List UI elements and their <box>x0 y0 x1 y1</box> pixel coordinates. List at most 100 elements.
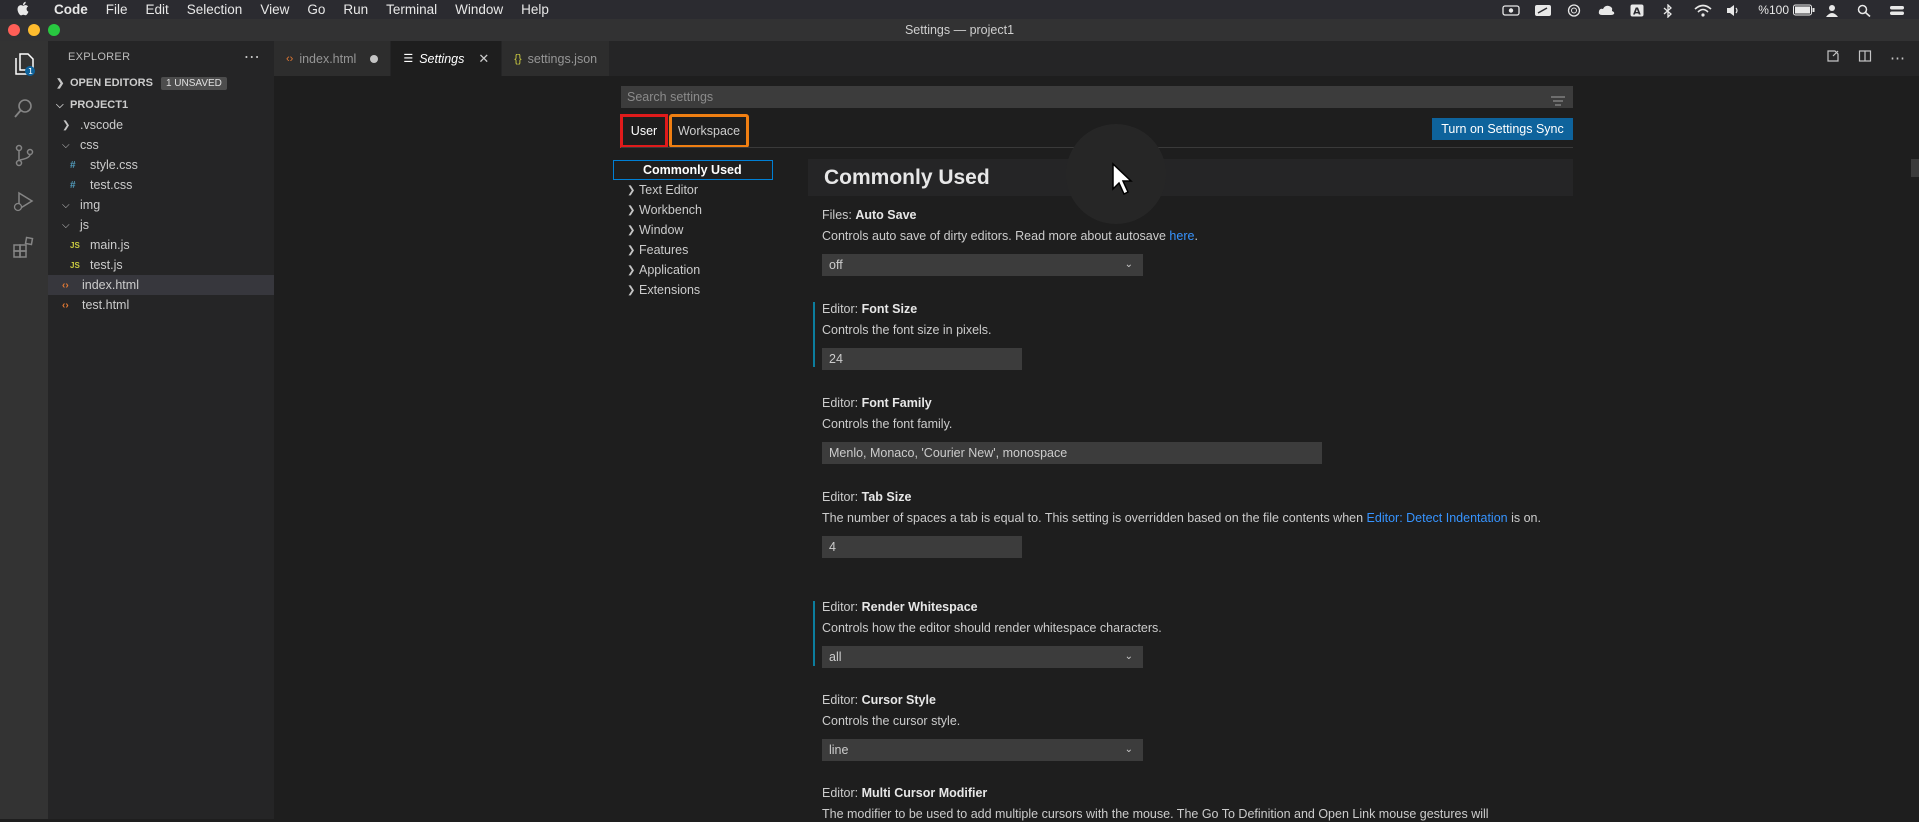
open-settings-json-icon[interactable] <box>1826 49 1840 67</box>
tree-item-test-css[interactable]: # test.css <box>48 175 274 195</box>
menu-help[interactable]: Help <box>521 2 549 17</box>
tab-size-input[interactable]: 4 <box>822 536 1022 558</box>
tree-item-vscode[interactable]: ❯ .vscode <box>48 115 274 135</box>
menu-view[interactable]: View <box>260 2 289 17</box>
open-editors-section[interactable]: ❯ OPEN EDITORS 1 UNSAVED <box>48 73 274 93</box>
tab-settings[interactable]: ☰ Settings ✕ <box>391 41 503 76</box>
html-icon: ‹› <box>286 52 294 65</box>
menu-run[interactable]: Run <box>343 2 368 17</box>
minimize-window-button[interactable] <box>28 24 40 36</box>
user-icon[interactable] <box>1825 4 1841 17</box>
unsaved-dot-icon[interactable] <box>370 54 379 63</box>
source-control-icon[interactable] <box>12 143 36 167</box>
explorer-icon[interactable]: 1 <box>12 51 36 76</box>
chevron-right-icon: ❯ <box>627 224 636 236</box>
close-icon[interactable]: ✕ <box>478 51 489 67</box>
input-source-icon[interactable]: A <box>1630 4 1646 17</box>
search-icon[interactable] <box>12 97 36 121</box>
tab-workspace-scope[interactable]: Workspace <box>669 114 749 148</box>
toc-item-workbench[interactable]: ❯ Workbench <box>613 200 773 220</box>
cloud-icon[interactable] <box>1598 4 1615 16</box>
tree-item-label: img <box>80 198 101 212</box>
split-editor-icon[interactable] <box>1858 49 1872 67</box>
search-placeholder: Search settings <box>627 90 714 104</box>
toc-item-commonly-used[interactable]: Commonly Used <box>613 160 773 180</box>
extensions-icon[interactable] <box>12 235 36 259</box>
project-section[interactable]: ⌵ PROJECT1 <box>48 95 274 115</box>
font-family-input[interactable]: Menlo, Monaco, 'Courier New', monospace <box>822 442 1322 464</box>
bluetooth-icon[interactable] <box>1662 2 1678 19</box>
tree-item-test-js[interactable]: JS test.js <box>48 255 274 275</box>
creative-cloud-icon[interactable] <box>1566 3 1582 17</box>
menu-terminal[interactable]: Terminal <box>386 2 437 17</box>
notes-icon[interactable] <box>1534 4 1552 16</box>
font-size-input[interactable]: 24 <box>822 348 1022 370</box>
close-window-button[interactable] <box>8 24 20 36</box>
wifi-icon[interactable] <box>1694 4 1712 17</box>
setting-name: Render Whitespace <box>861 600 978 614</box>
toc-item-features[interactable]: ❯ Features <box>613 240 773 260</box>
chevron-right-icon: ❯ <box>627 184 636 196</box>
detect-indentation-link[interactable]: Editor: Detect Indentation <box>1367 511 1508 525</box>
run-debug-icon[interactable] <box>12 189 36 213</box>
toc-label: Extensions <box>639 283 701 297</box>
cursor-style-select[interactable]: line ⌄ <box>822 739 1143 761</box>
tab-settings-json[interactable]: {} settings.json <box>502 41 611 76</box>
toc-item-application[interactable]: ❯ Application <box>613 260 773 280</box>
tree-item-main-js[interactable]: JS main.js <box>48 235 274 255</box>
apple-icon[interactable] <box>16 1 42 19</box>
menu-edit[interactable]: Edit <box>146 2 169 17</box>
window-title-bar: Settings — project1 <box>0 19 1919 41</box>
menu-go[interactable]: Go <box>307 2 325 17</box>
settings-search-input[interactable]: Search settings <box>621 86 1573 108</box>
chevron-right-icon: ❯ <box>627 244 636 256</box>
toc-item-window[interactable]: ❯ Window <box>613 220 773 240</box>
menu-selection[interactable]: Selection <box>187 2 243 17</box>
settings-sync-button[interactable]: Turn on Settings Sync <box>1432 118 1573 140</box>
tree-item-index-html[interactable]: ‹› index.html <box>48 275 274 295</box>
tree-item-style-css[interactable]: # style.css <box>48 155 274 175</box>
control-center-icon[interactable] <box>1889 4 1905 16</box>
setting-auto-save: Files: Auto Save Controls auto save of d… <box>822 208 1582 276</box>
more-actions-icon[interactable]: ⋯ <box>1890 49 1905 67</box>
toc-item-extensions[interactable]: ❯ Extensions <box>613 280 773 300</box>
js-file-icon: JS <box>70 260 80 270</box>
setting-prefix: Editor: <box>822 396 862 410</box>
render-whitespace-select[interactable]: all ⌄ <box>822 646 1143 668</box>
mouse-cursor-icon <box>1110 162 1136 198</box>
tab-label: Settings <box>419 51 465 66</box>
tree-item-css[interactable]: ⌵ css <box>48 135 274 155</box>
scrollbar[interactable] <box>1911 159 1919 177</box>
tree-item-img[interactable]: ⌵ img <box>48 195 274 215</box>
chevron-down-icon: ⌄ <box>1124 651 1133 662</box>
more-actions-icon[interactable]: ⋯ <box>244 47 260 67</box>
zoom-window-button[interactable] <box>48 24 60 36</box>
category-header: Commonly Used <box>808 159 1573 196</box>
volume-icon[interactable] <box>1726 4 1742 16</box>
setting-prefix: Editor: <box>822 490 862 504</box>
tree-item-label: .vscode <box>80 118 124 132</box>
tree-item-label: style.css <box>90 158 138 172</box>
setting-name: Cursor Style <box>861 693 936 707</box>
tree-item-js[interactable]: ⌵ js <box>48 215 274 235</box>
menu-file[interactable]: File <box>106 2 128 17</box>
screen-record-icon[interactable] <box>1502 4 1520 16</box>
autosave-link[interactable]: here <box>1169 229 1194 243</box>
filter-icon[interactable] <box>1551 91 1565 106</box>
spotlight-search-icon[interactable] <box>1857 4 1873 17</box>
tab-index-html[interactable]: ‹› index.html <box>274 41 392 76</box>
toc-item-text-editor[interactable]: ❯ Text Editor <box>613 180 773 200</box>
tree-item-test-html[interactable]: ‹› test.html <box>48 295 274 315</box>
html-file-icon: ‹› <box>62 279 69 291</box>
auto-save-select[interactable]: off ⌄ <box>822 254 1143 276</box>
tree-item-label: test.html <box>82 298 130 312</box>
setting-multi-cursor-modifier: Editor: Multi Cursor Modifier The modifi… <box>822 786 1582 822</box>
battery-icon[interactable] <box>1793 4 1815 16</box>
tab-user-scope[interactable]: User <box>620 114 668 148</box>
setting-description: Controls the font size in pixels. <box>822 323 992 337</box>
menu-window[interactable]: Window <box>455 2 503 17</box>
menu-app-name[interactable]: Code <box>54 2 88 17</box>
explorer-sidebar: EXPLORER ⋯ ❯ OPEN EDITORS 1 UNSAVED ⌵ PR… <box>48 41 274 819</box>
toc-label: Text Editor <box>639 183 699 197</box>
setting-cursor-style: Editor: Cursor Style Controls the cursor… <box>822 693 1582 761</box>
